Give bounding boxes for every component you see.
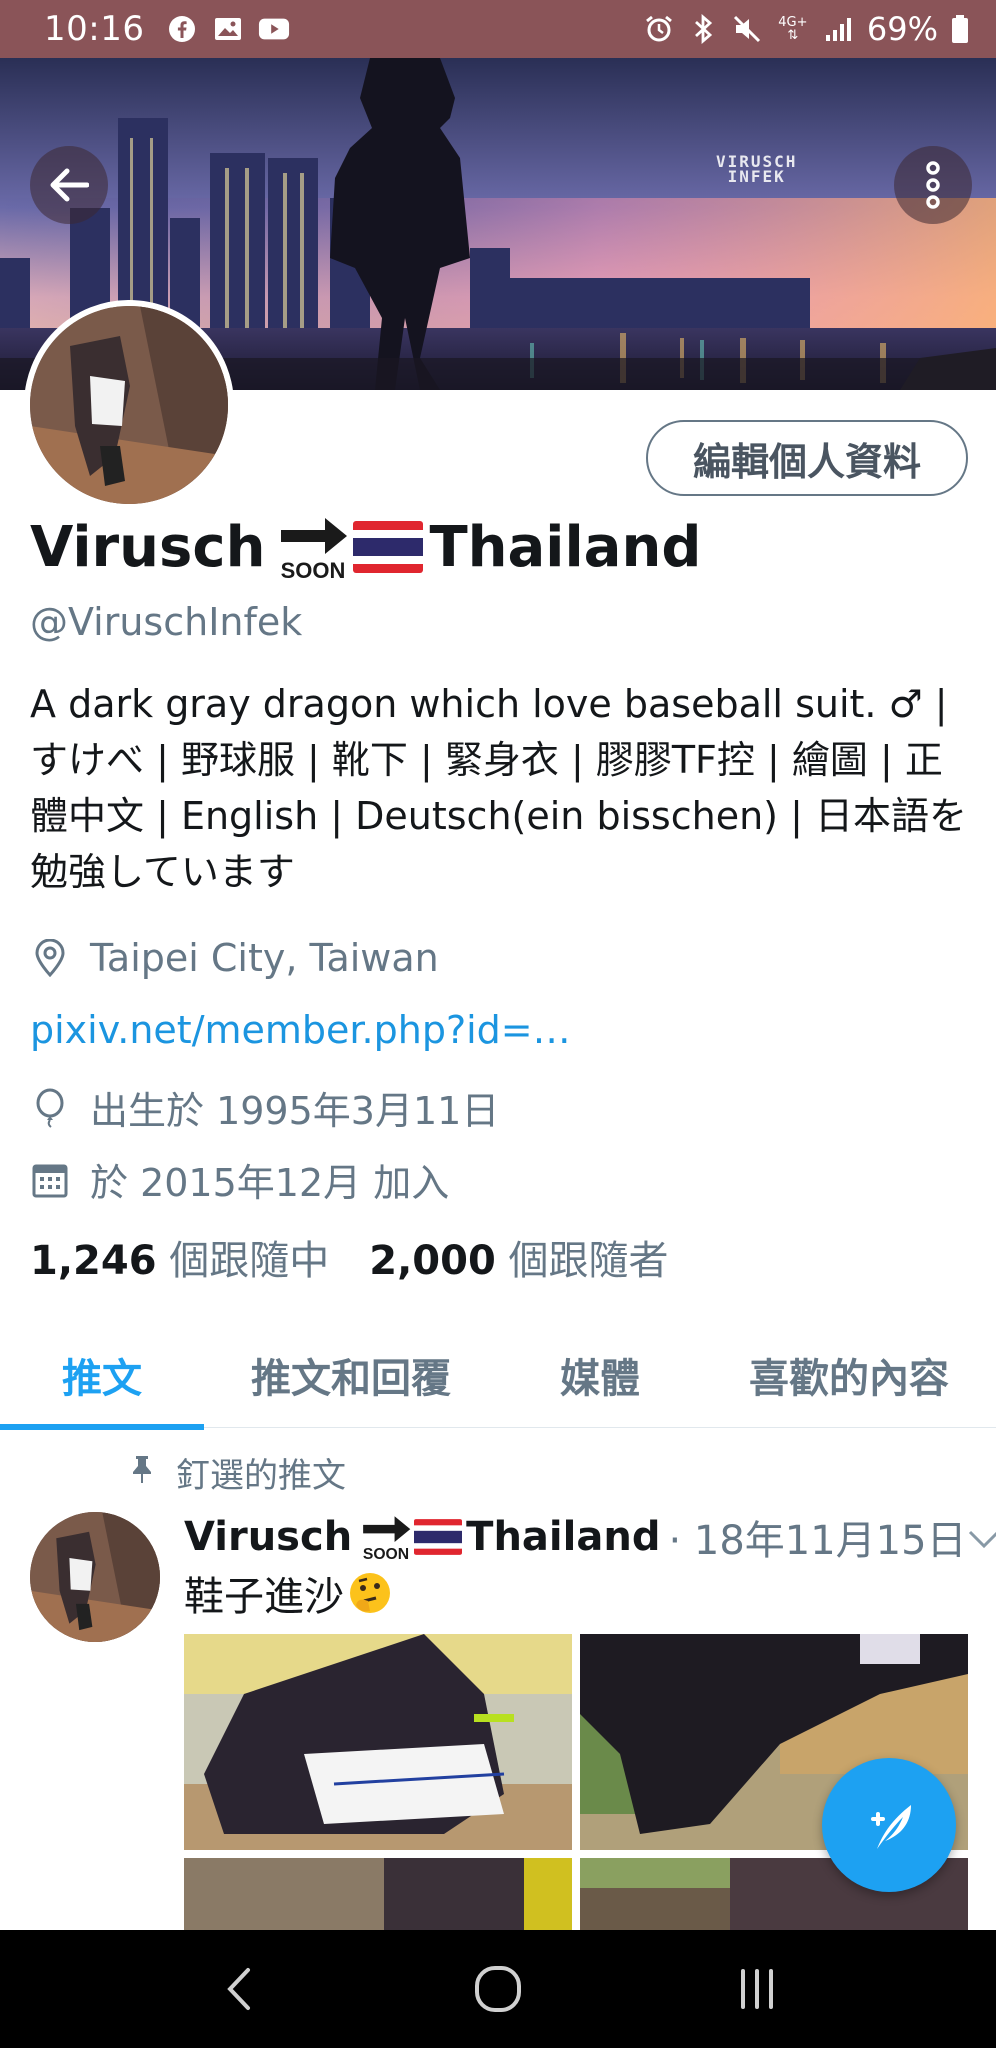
tab-media[interactable]: 媒體 xyxy=(498,1322,702,1428)
network-icon: 4G+ ⇅ xyxy=(778,15,808,43)
profile-tabs: 推文 推文和回覆 媒體 喜歡的內容 xyxy=(0,1322,996,1430)
nav-home-button[interactable] xyxy=(463,1954,533,2024)
more-vertical-icon xyxy=(926,161,940,209)
tweet-avatar-image xyxy=(30,1512,160,1642)
calendar-icon xyxy=(30,1160,70,1200)
nav-home-icon xyxy=(474,1966,521,2012)
edit-profile-button[interactable]: 編輯個人資料 xyxy=(646,420,968,496)
gallery-icon xyxy=(212,13,244,45)
tweet-avatar[interactable] xyxy=(30,1512,160,1642)
mute-icon xyxy=(731,13,763,45)
pinned-tweet-label: 釘選的推文 xyxy=(130,1448,346,1497)
banner-logo: VIRUSCH INFEK xyxy=(716,152,798,186)
svg-text:SOON: SOON xyxy=(363,1546,409,1562)
youtube-icon xyxy=(258,13,290,45)
website-row[interactable]: pixiv.net/member.php?id=… xyxy=(30,1008,571,1052)
followers-stat[interactable]: 2,000 個跟隨者 xyxy=(369,1228,668,1286)
joined-row: 於 2015年12月 加入 xyxy=(30,1152,449,1207)
status-time: 10:16 xyxy=(44,9,145,49)
battery-percent: 69% xyxy=(866,10,938,48)
balloon-icon xyxy=(30,1088,70,1128)
media-image xyxy=(184,1634,572,1850)
thailand-flag-icon xyxy=(414,1519,463,1555)
facebook-icon xyxy=(166,13,198,45)
profile-display-name: Virusch SOON Thailand xyxy=(30,512,702,584)
battery-icon xyxy=(950,13,970,45)
followers-count: 2,000 xyxy=(369,1238,496,1284)
follow-stats: 1,246 個跟隨中 2,000 個跟隨者 xyxy=(30,1228,669,1286)
bluetooth-icon xyxy=(687,13,719,45)
signal-icon xyxy=(823,13,855,45)
following-label: 個跟隨中 xyxy=(169,1238,330,1284)
location-text: Taipei City, Taiwan xyxy=(90,936,439,980)
tweet-header: Virusch SOON Thailand · 18年11月15日 xyxy=(184,1508,996,1566)
svg-text:SOON: SOON xyxy=(281,558,346,582)
nav-back-icon xyxy=(227,1968,251,2010)
tweet-media-3[interactable] xyxy=(184,1858,572,1930)
following-count: 1,246 xyxy=(30,1238,157,1284)
system-nav-bar xyxy=(0,1930,996,2048)
followers-label: 個跟隨者 xyxy=(508,1238,669,1284)
display-name-last: Thailand xyxy=(429,514,702,580)
nav-back-button[interactable] xyxy=(204,1954,274,2024)
nav-recents-button[interactable] xyxy=(722,1954,792,2024)
media-image xyxy=(184,1858,572,1930)
chevron-down-icon[interactable] xyxy=(967,1514,996,1560)
joined-text: 於 2015年12月 加入 xyxy=(90,1161,450,1205)
profile-avatar[interactable] xyxy=(24,300,234,510)
back-button[interactable] xyxy=(30,146,108,224)
back-arrow-icon xyxy=(50,168,89,202)
soon-arrow-icon: SOON xyxy=(360,1512,412,1563)
birthday-row: 出生於 1995年3月11日 xyxy=(30,1080,499,1135)
thailand-flag-icon xyxy=(353,521,424,573)
thinking-face-icon xyxy=(348,1571,392,1615)
tweet-text: 鞋子進沙 xyxy=(184,1564,392,1622)
tweet-media-1[interactable] xyxy=(184,1634,572,1850)
tweet-author-name[interactable]: Virusch SOON Thailand xyxy=(184,1512,660,1563)
profile-handle: @ViruschInfek xyxy=(30,600,303,644)
nav-recents-icon xyxy=(740,1969,773,2009)
alarm-icon xyxy=(643,13,675,45)
tab-tweets-and-replies[interactable]: 推文和回覆 xyxy=(204,1322,498,1428)
compose-feather-icon xyxy=(871,1805,911,1849)
website-link[interactable]: pixiv.net/member.php?id=… xyxy=(30,1008,571,1052)
compose-tweet-button[interactable] xyxy=(822,1758,956,1892)
display-name-first: Virusch xyxy=(30,514,266,580)
tweet-date[interactable]: · 18年11月15日 xyxy=(668,1508,966,1566)
birthday-text: 出生於 1995年3月11日 xyxy=(90,1089,500,1133)
following-stat[interactable]: 1,246 個跟隨中 xyxy=(30,1228,329,1286)
soon-arrow-icon: SOON xyxy=(277,512,349,583)
tab-tweets[interactable]: 推文 xyxy=(0,1322,204,1430)
location-pin-icon xyxy=(30,938,70,978)
status-bar: 10:16 4G+ ⇅ 69% xyxy=(0,0,996,58)
profile-bio: A dark gray dragon which love baseball s… xyxy=(30,682,967,894)
location-row: Taipei City, Taiwan xyxy=(30,936,439,980)
tab-likes[interactable]: 喜歡的內容 xyxy=(702,1322,996,1428)
pin-icon xyxy=(130,1453,154,1493)
more-options-button[interactable] xyxy=(894,146,972,224)
avatar-image xyxy=(30,306,228,504)
